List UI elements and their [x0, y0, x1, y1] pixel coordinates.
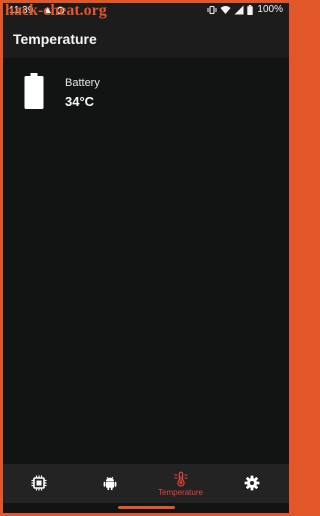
app-bar: Temperature — [3, 20, 289, 58]
status-bar: 11:39 100% — [3, 3, 289, 20]
list-item-battery[interactable]: Battery 34°C — [3, 66, 289, 118]
thermometer-icon — [174, 471, 187, 486]
bottom-navigation: Temperature — [3, 464, 289, 503]
sensor-list: Battery 34°C — [3, 58, 289, 464]
nav-item-cpu[interactable] — [3, 464, 74, 503]
battery-icon — [24, 73, 44, 109]
nav-label-temperature: Temperature — [158, 487, 203, 497]
page-title: Temperature — [13, 31, 97, 47]
signal-icon — [234, 5, 244, 14]
cpu-icon — [31, 475, 46, 491]
app-screen: 11:39 100% Temperature Battery 34°C Temp… — [3, 3, 289, 513]
sensor-name: Battery — [65, 77, 100, 89]
status-time: 11:39 — [9, 5, 34, 16]
notification-icon — [56, 6, 65, 15]
status-indicators: 100% — [207, 4, 283, 15]
battery-percent: 100% — [257, 4, 283, 15]
gesture-bar — [3, 503, 289, 513]
vibrate-icon — [207, 5, 217, 14]
battery-status-icon — [247, 4, 254, 15]
gear-icon — [244, 475, 259, 491]
notification-icon — [43, 6, 52, 14]
gesture-handle[interactable] — [118, 506, 175, 509]
nav-item-settings[interactable] — [216, 464, 287, 503]
android-icon — [103, 476, 116, 491]
wifi-icon — [220, 5, 231, 14]
nav-item-android[interactable] — [74, 464, 145, 503]
sensor-temperature: 34°C — [65, 94, 95, 109]
nav-item-temperature[interactable]: Temperature — [145, 464, 216, 503]
